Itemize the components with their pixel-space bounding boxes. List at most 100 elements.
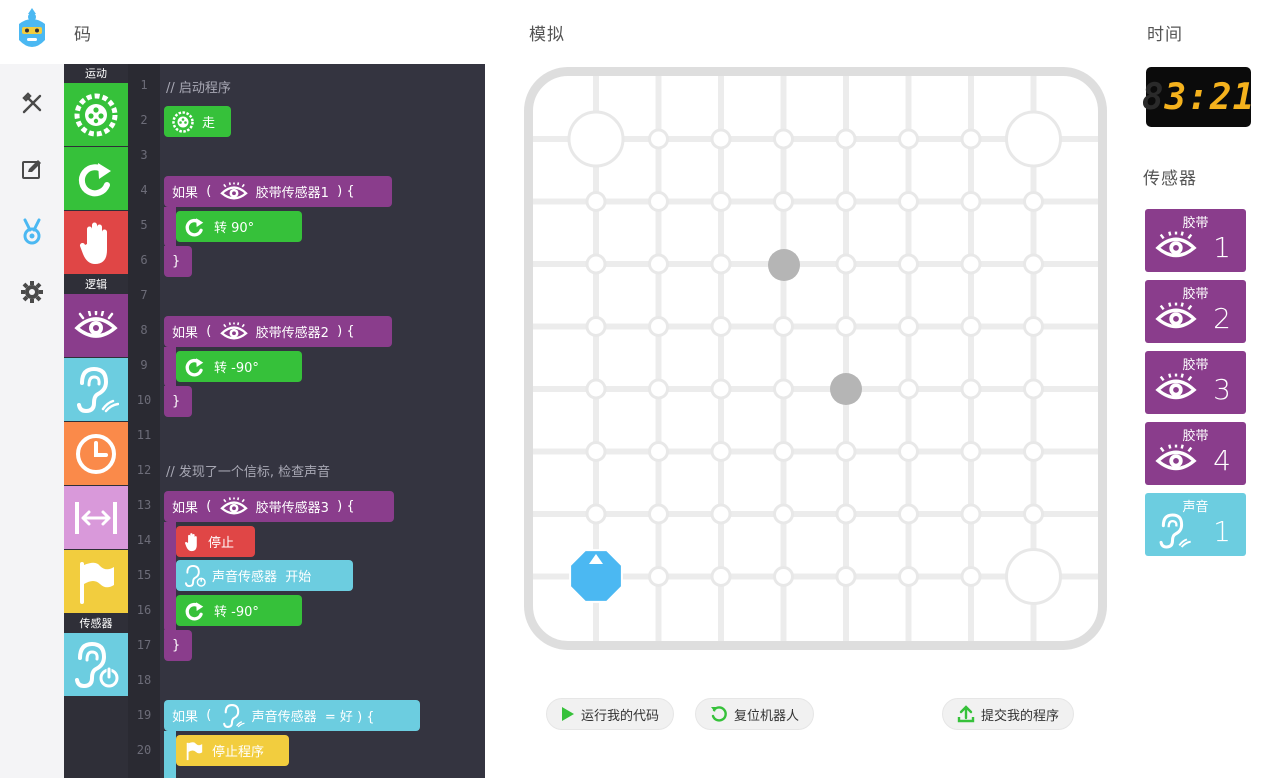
line-number: 9 (140, 358, 148, 372)
sensor-number: 1 (1213, 515, 1231, 548)
grid-node (835, 441, 857, 462)
code-block-label: 转 -90° (214, 605, 259, 620)
corner-zone (567, 110, 625, 168)
code-block-turn-90[interactable]: 转 90° (176, 211, 302, 242)
if-keyword: 如果 (172, 326, 199, 341)
grid-node (835, 253, 857, 275)
code-block-turn-neg90-b[interactable]: 转 -90° (176, 595, 302, 626)
sensor-number: 2 (1213, 302, 1231, 335)
close-paren: ) { (337, 499, 355, 514)
submit-program-button[interactable]: 提交我的程序 (942, 698, 1075, 730)
grid-node (960, 128, 982, 150)
code-block-if-sound[interactable]: 如果 ( 声音传感器 = 好 ) { (164, 700, 420, 731)
eye-icon (1155, 302, 1197, 329)
stop-hand-icon (79, 222, 107, 264)
code-block-label: 停止 (208, 536, 235, 551)
reset-icon (711, 706, 727, 722)
grid-node (710, 566, 732, 587)
sound-sensor-name: 声音传感器 (212, 570, 278, 585)
close-paren: ) { (337, 324, 355, 339)
condition-tail: = 好 ) { (324, 710, 375, 725)
code-block-close-brace: } (164, 386, 192, 417)
palette-category-motion: 运动 (64, 64, 128, 83)
start-keyword: 开始 (285, 570, 312, 585)
grid-node (835, 316, 857, 337)
line-number: 10 (136, 393, 152, 407)
sensor-card-tape-4: 胶带 4 (1145, 422, 1246, 485)
grid-node (710, 253, 732, 275)
code-block-if-tape3[interactable]: 如果 ( 胶带传感器3 ) { (164, 491, 394, 522)
grid-node (710, 503, 732, 525)
line-number: 12 (136, 463, 152, 477)
turn-icon (185, 357, 204, 376)
palette-turn-block[interactable] (64, 147, 128, 210)
grid-node (898, 441, 919, 462)
line-number: 15 (136, 568, 152, 582)
code-block-stop-program[interactable]: 停止程序 (176, 735, 289, 766)
line-number: 5 (140, 218, 148, 232)
code-comment: // 启动程序 (166, 81, 231, 96)
grid-node (585, 253, 607, 275)
timer-display: 83:21 (1142, 67, 1254, 127)
palette-move-block[interactable] (64, 83, 128, 146)
eye-icon (219, 181, 248, 199)
grid-node (835, 566, 857, 587)
logo-area (0, 0, 64, 64)
distance-icon (75, 501, 117, 534)
medal-nav-button[interactable] (14, 214, 50, 250)
sensor-label: 胶带 (1182, 429, 1209, 444)
palette-tape-sensor-block[interactable] (64, 294, 128, 357)
paren-open: ( (206, 499, 212, 514)
settings-nav-button[interactable] (14, 274, 50, 310)
grid-node (898, 128, 919, 150)
code-block-close-brace: } (164, 630, 192, 661)
eye-icon (219, 321, 248, 339)
simulation-arena[interactable] (524, 67, 1107, 650)
palette-stop-block[interactable] (64, 211, 128, 274)
palette-sound-sensor-block[interactable] (64, 358, 128, 421)
palette-category-sensor: 传感器 (64, 614, 128, 633)
eye-icon (1155, 444, 1197, 471)
grid-node (960, 503, 982, 525)
code-block-stop[interactable]: 停止 (176, 526, 255, 557)
grid-node (585, 316, 607, 337)
obstacle-beacon (768, 249, 800, 281)
edit-nav-button[interactable] (14, 151, 50, 187)
paren-open: ( (206, 708, 212, 723)
code-editor[interactable]: // 启动程序 走 如果 ( 胶带传感器1 ) { 转 90° } 如果 ( 胶… (160, 64, 485, 778)
code-block-if-tape1[interactable]: 如果 ( 胶带传感器1 ) { (164, 176, 392, 207)
grid-node (898, 378, 919, 400)
ear-sound-icon (1159, 513, 1191, 549)
run-code-button[interactable]: 运行我的代码 (546, 698, 675, 730)
turn-icon (185, 217, 204, 236)
grid-node (648, 316, 669, 337)
sensor-number: 3 (1213, 373, 1231, 406)
palette-sound-sensor-power-block[interactable] (64, 633, 128, 696)
line-number: 3 (140, 148, 148, 162)
code-block-turn-neg90[interactable]: 转 -90° (176, 351, 302, 382)
code-block-go[interactable]: 走 (164, 106, 231, 137)
tools-nav-button[interactable] (14, 86, 50, 122)
paren-open: ( (206, 184, 212, 199)
eye-icon (219, 496, 248, 514)
grid-node (773, 503, 794, 525)
palette-wait-block[interactable] (64, 422, 128, 485)
code-block-sound-sensor-start[interactable]: 声音传感器 开始 (176, 560, 353, 591)
sensor-number: 1 (1213, 231, 1231, 264)
grid-node (710, 191, 732, 212)
grid-node (960, 441, 982, 462)
palette-category-logic: 逻辑 (64, 275, 128, 294)
grid-node (710, 316, 732, 337)
close-paren: ) { (337, 184, 355, 199)
line-number: 6 (140, 253, 148, 267)
code-block-if-tape2[interactable]: 如果 ( 胶带传感器2 ) { (164, 316, 392, 347)
timer-value: 3:21 (1164, 76, 1256, 118)
line-number: 11 (136, 428, 152, 442)
palette-distance-block[interactable] (64, 486, 128, 549)
palette-flag-block[interactable] (64, 550, 128, 613)
tape-sensor-name: 胶带传感器2 (255, 326, 329, 341)
line-number: 13 (136, 498, 152, 512)
reset-robot-button[interactable]: 复位机器人 (695, 698, 815, 730)
clock-icon (76, 433, 116, 474)
code-block-label: 走 (202, 116, 216, 131)
